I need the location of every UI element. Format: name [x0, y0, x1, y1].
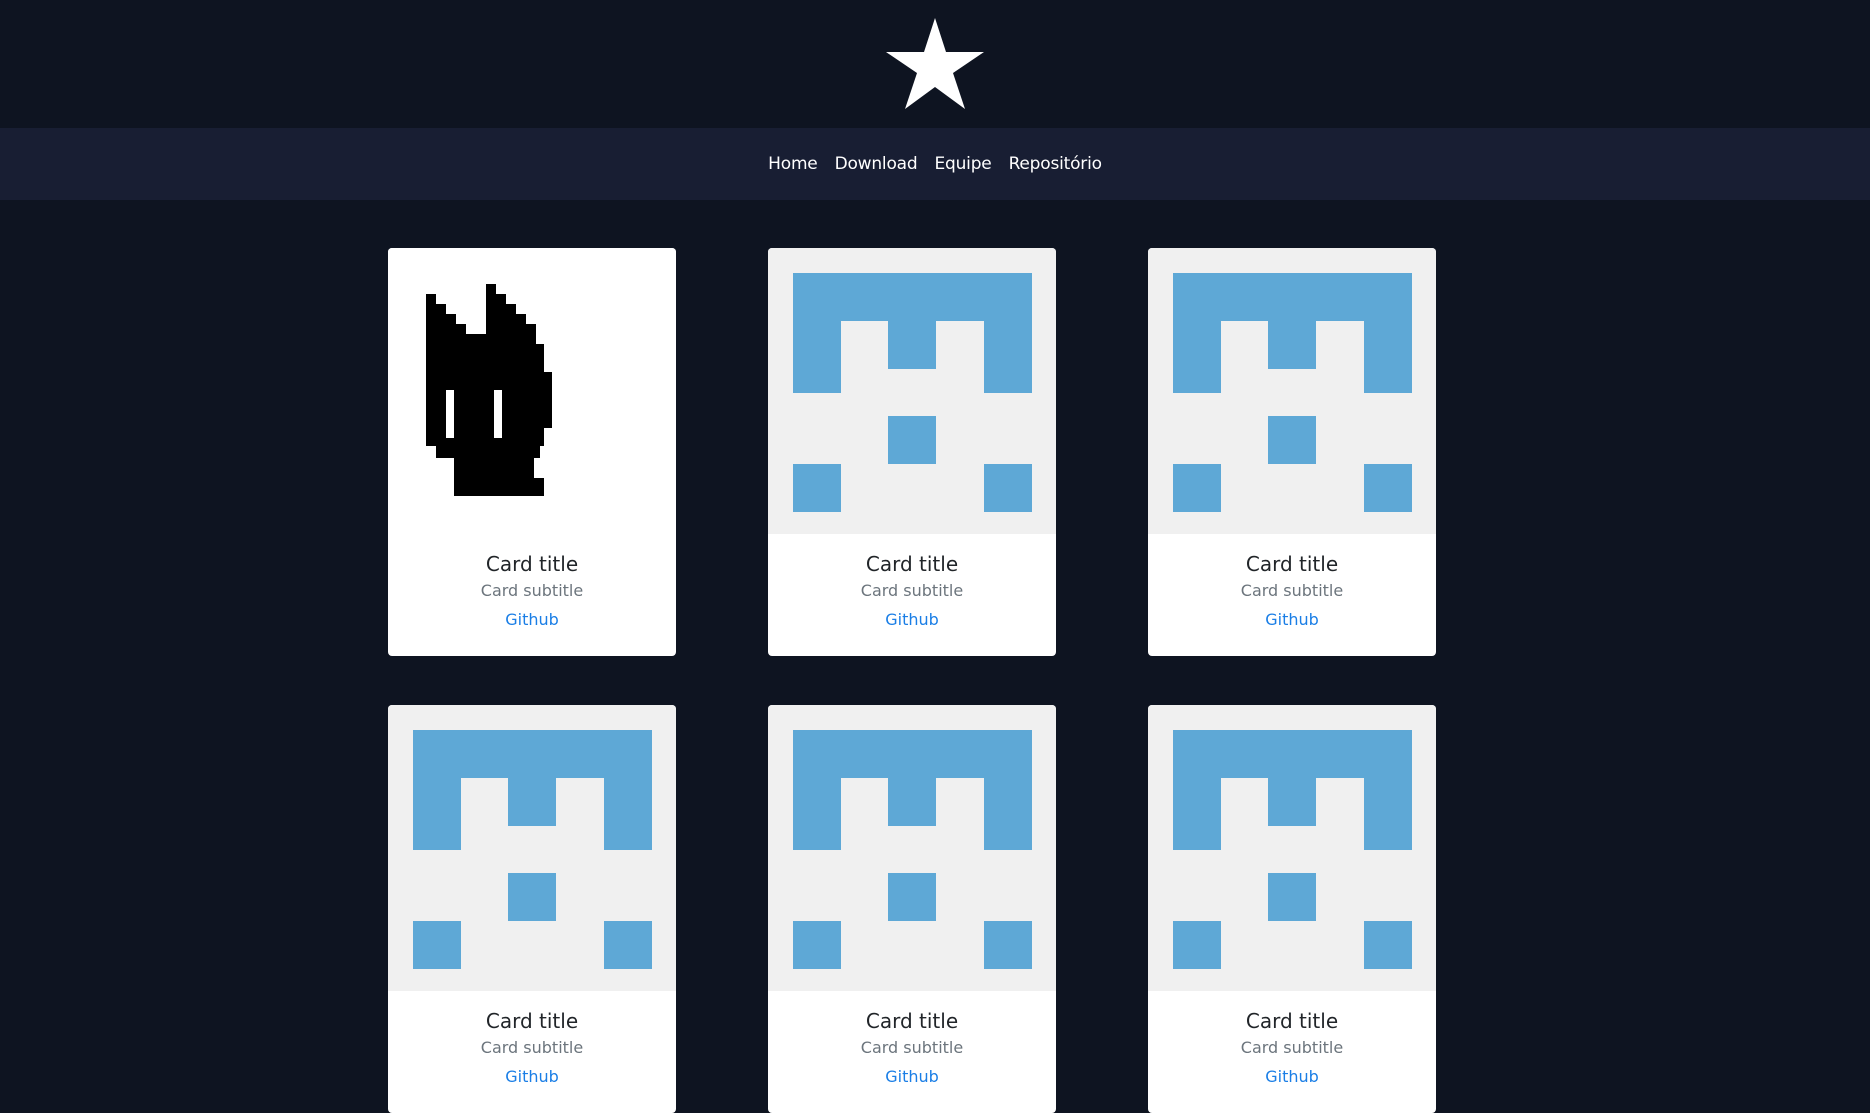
- pixel-cat-image: [426, 284, 552, 496]
- main-nav: Home Download Equipe Repositório: [0, 128, 1870, 200]
- card-title: Card title: [865, 552, 959, 576]
- identicon-image: [793, 730, 1032, 969]
- card-github-link[interactable]: Github: [885, 610, 939, 630]
- card-image: [388, 705, 676, 991]
- card-1: Card title Card subtitle Github: [388, 248, 676, 656]
- card-subtitle: Card subtitle: [480, 581, 584, 600]
- nav-repositorio-link[interactable]: Repositório: [1009, 154, 1102, 174]
- card-subtitle: Card subtitle: [860, 581, 964, 600]
- card-subtitle: Card subtitle: [480, 1038, 584, 1057]
- card-image: [768, 705, 1056, 991]
- identicon-image: [1173, 730, 1412, 969]
- card-6: Card title Card subtitle Github: [1148, 705, 1436, 1113]
- card-image: [1148, 248, 1436, 534]
- card-github-link[interactable]: Github: [505, 610, 559, 630]
- card-subtitle: Card subtitle: [1240, 1038, 1344, 1057]
- identicon-image: [413, 730, 652, 969]
- site-header: [0, 0, 1870, 128]
- card-title: Card title: [485, 552, 579, 576]
- card-2: Card title Card subtitle Github: [768, 248, 1056, 656]
- star-icon: [886, 18, 984, 109]
- card-title: Card title: [1245, 1009, 1339, 1033]
- card-image: [1148, 705, 1436, 991]
- card-3: Card title Card subtitle Github: [1148, 248, 1436, 656]
- nav-equipe-link[interactable]: Equipe: [934, 154, 991, 174]
- card-body: Card title Card subtitle Github: [1148, 553, 1436, 630]
- card-4: Card title Card subtitle Github: [388, 705, 676, 1113]
- identicon-image: [1173, 273, 1412, 512]
- card-body: Card title Card subtitle Github: [388, 553, 676, 630]
- card-body: Card title Card subtitle Github: [768, 1010, 1056, 1087]
- card-title: Card title: [1245, 552, 1339, 576]
- card-github-link[interactable]: Github: [505, 1067, 559, 1087]
- card-subtitle: Card subtitle: [1240, 581, 1344, 600]
- card-body: Card title Card subtitle Github: [388, 1010, 676, 1087]
- card-5: Card title Card subtitle Github: [768, 705, 1056, 1113]
- card-image: [388, 248, 676, 534]
- card-title: Card title: [485, 1009, 579, 1033]
- logo[interactable]: [885, 16, 985, 112]
- card-title: Card title: [865, 1009, 959, 1033]
- nav-download-link[interactable]: Download: [835, 154, 918, 174]
- card-github-link[interactable]: Github: [1265, 1067, 1319, 1087]
- identicon-image: [793, 273, 1032, 512]
- card-image: [768, 248, 1056, 534]
- card-body: Card title Card subtitle Github: [768, 553, 1056, 630]
- nav-home-link[interactable]: Home: [768, 154, 818, 174]
- card-subtitle: Card subtitle: [860, 1038, 964, 1057]
- card-body: Card title Card subtitle Github: [1148, 1010, 1436, 1087]
- card-github-link[interactable]: Github: [885, 1067, 939, 1087]
- card-github-link[interactable]: Github: [1265, 610, 1319, 630]
